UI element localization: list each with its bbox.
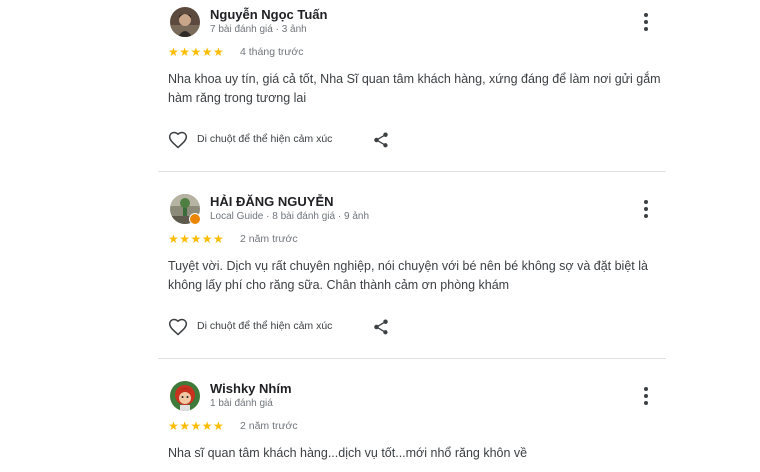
review-text: Nha sĩ quan tâm khách hàng...dịch vụ tốt… [168, 446, 528, 460]
more-vert-icon [644, 387, 648, 391]
reviewer-name[interactable]: HẢI ĐĂNG NGUYỄN [210, 194, 334, 209]
share-icon[interactable] [372, 318, 390, 336]
reviewer-meta: 1 bài đánh giá [210, 398, 273, 409]
react-hint-label: Di chuột để thể hiện cảm xúc [197, 320, 333, 332]
review-time: 2 năm trước [240, 233, 298, 245]
reviewer-name[interactable]: Nguyễn Ngọc Tuấn [210, 7, 327, 22]
heart-outline-icon[interactable] [168, 130, 188, 150]
review-card: HẢI ĐĂNG NGUYỄN Local Guide · 8 bài đánh… [158, 194, 666, 344]
avatar[interactable] [170, 7, 200, 37]
more-options-button[interactable] [638, 385, 654, 407]
review-card: Nguyễn Ngọc Tuấn 7 bài đánh giá · 3 ảnh … [158, 7, 666, 157]
star-rating: ★★★★★ [168, 419, 225, 433]
star-rating: ★★★★★ [168, 232, 225, 246]
local-guide-badge-icon [189, 213, 201, 225]
reviewer-name[interactable]: Wishky Nhím [210, 381, 292, 396]
heart-outline-icon[interactable] [168, 317, 188, 337]
more-options-button[interactable] [638, 11, 654, 33]
more-vert-icon [644, 200, 648, 204]
share-icon[interactable] [372, 131, 390, 149]
review-time: 4 tháng trước [240, 46, 304, 58]
more-vert-icon [644, 13, 648, 17]
review-text: Nha khoa uy tín, giá cả tốt, Nha Sĩ quan… [168, 72, 661, 105]
more-options-button[interactable] [638, 198, 654, 220]
star-rating: ★★★★★ [168, 45, 225, 59]
review-card: Wishky Nhím 1 bài đánh giá ★★★★★ 2 năm t… [158, 381, 666, 472]
review-time: 2 năm trước [240, 420, 298, 432]
divider [158, 358, 666, 359]
review-actions: Di chuột để thể hiện cảm xúc [168, 130, 408, 150]
react-hint-label: Di chuột để thể hiện cảm xúc [197, 133, 333, 145]
reviewer-meta: Local Guide · 8 bài đánh giá · 9 ảnh [210, 211, 369, 222]
review-actions: Di chuột để thể hiện cảm xúc [168, 317, 408, 337]
divider [158, 171, 666, 172]
review-text: Tuyệt vời. Dịch vụ rất chuyên nghiệp, nó… [168, 259, 648, 292]
avatar[interactable] [170, 381, 200, 411]
reviewer-meta: 7 bài đánh giá · 3 ảnh [210, 24, 307, 35]
